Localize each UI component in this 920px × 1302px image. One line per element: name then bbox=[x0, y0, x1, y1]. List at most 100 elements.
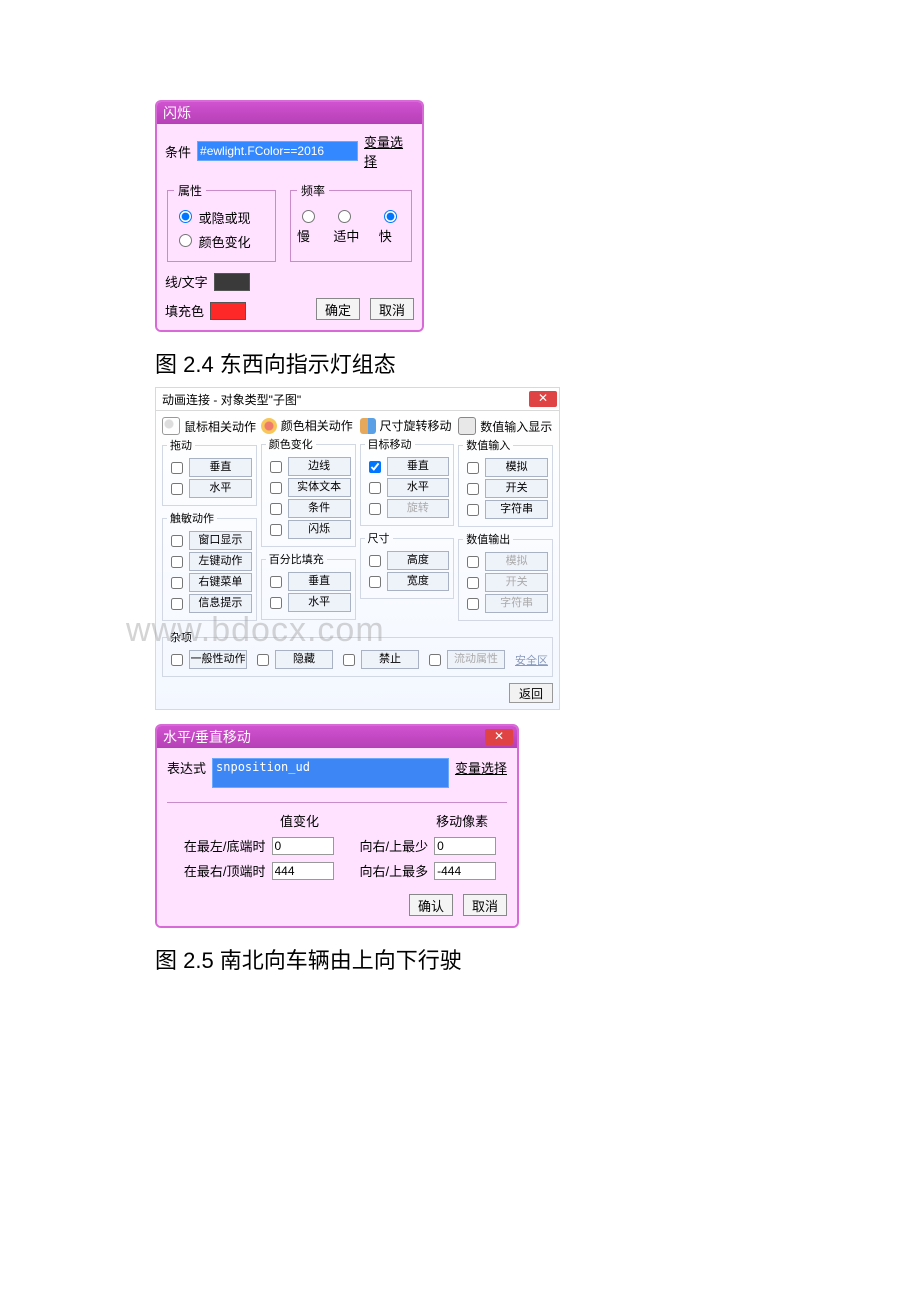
variable-select-link[interactable]: 变量选择 bbox=[455, 758, 507, 777]
radio-hide-show[interactable]: 或隐或现 bbox=[174, 211, 251, 226]
btn-move-rot: 旋转 bbox=[387, 499, 450, 518]
chk-blink[interactable] bbox=[270, 524, 282, 536]
attr-fieldset: 属性 或隐或现 颜色变化 bbox=[167, 182, 276, 262]
btn-fill-vert[interactable]: 垂直 bbox=[288, 572, 351, 591]
chk-in-analog[interactable] bbox=[467, 462, 479, 474]
btn-forbid[interactable]: 禁止 bbox=[361, 650, 419, 669]
chk-cond[interactable] bbox=[270, 503, 282, 515]
chk-move-vert[interactable] bbox=[369, 461, 381, 473]
freq-legend: 频率 bbox=[297, 182, 329, 199]
line-text-swatch[interactable] bbox=[214, 273, 250, 291]
chk-hide[interactable] bbox=[257, 654, 269, 666]
btn-blink[interactable]: 闪烁 bbox=[288, 520, 351, 539]
chk-forbid[interactable] bbox=[343, 654, 355, 666]
btn-drag-vert[interactable]: 垂直 bbox=[189, 458, 252, 477]
col-mouse: 鼠标相关动作 拖动 垂直 水平 触敏动作 窗口显示 左键动作 右键菜单 信息提示 bbox=[162, 417, 257, 625]
btn-move-horz[interactable]: 水平 bbox=[387, 478, 450, 497]
hand-icon bbox=[458, 417, 476, 435]
expr-input[interactable]: snposition_ud bbox=[212, 758, 449, 788]
chk-generic[interactable] bbox=[171, 654, 183, 666]
btn-win[interactable]: 窗口显示 bbox=[189, 531, 252, 550]
line-text-label: 线/文字 bbox=[165, 272, 208, 291]
figure-caption-2-5: 图 2.5 南北向车辆由上向下行驶 bbox=[155, 943, 765, 975]
chk-tip[interactable] bbox=[171, 598, 183, 610]
close-icon[interactable]: ✕ bbox=[485, 729, 513, 745]
btn-rmenu[interactable]: 右键菜单 bbox=[189, 573, 252, 592]
expr-label: 表达式 bbox=[167, 758, 206, 777]
col-size: 尺寸旋转移动 目标移动 垂直 水平 旋转 尺寸 高度 宽度 bbox=[360, 417, 455, 625]
safe-area-link[interactable]: 安全区 bbox=[515, 652, 548, 668]
btn-out-sw: 开关 bbox=[485, 573, 548, 592]
chk-out-analog[interactable] bbox=[467, 556, 479, 568]
chk-lclick[interactable] bbox=[171, 556, 183, 568]
chk-drag-horz[interactable] bbox=[171, 483, 183, 495]
btn-height[interactable]: 高度 bbox=[387, 551, 450, 570]
btn-lclick[interactable]: 左键动作 bbox=[189, 552, 252, 571]
palette-icon bbox=[261, 418, 277, 434]
btn-text[interactable]: 实体文本 bbox=[288, 478, 351, 497]
back-button[interactable]: 返回 bbox=[509, 683, 553, 703]
col-value: 数值输入显示 数值输入 模拟 开关 字符串 数值输出 模拟 开关 字符串 bbox=[458, 417, 553, 625]
at-left-bottom-input[interactable] bbox=[272, 837, 334, 855]
chk-fill-horz[interactable] bbox=[270, 597, 282, 609]
chk-move-horz[interactable] bbox=[369, 482, 381, 494]
chk-height[interactable] bbox=[369, 555, 381, 567]
fill-swatch[interactable] bbox=[210, 302, 246, 320]
radio-slow[interactable]: 慢 bbox=[297, 207, 323, 245]
cancel-button[interactable]: 取消 bbox=[370, 298, 414, 320]
radio-mid[interactable]: 适中 bbox=[333, 207, 368, 245]
chk-out-str[interactable] bbox=[467, 598, 479, 610]
move-pixels-header: 移动像素 bbox=[434, 811, 490, 830]
chk-move-rot[interactable] bbox=[369, 503, 381, 515]
ok-button[interactable]: 确定 bbox=[316, 298, 360, 320]
condition-label: 条件 bbox=[165, 142, 191, 161]
btn-out-str: 字符串 bbox=[485, 594, 548, 613]
btn-tip[interactable]: 信息提示 bbox=[189, 594, 252, 613]
chk-drag-vert[interactable] bbox=[171, 462, 183, 474]
chk-edge[interactable] bbox=[270, 461, 282, 473]
btn-hide[interactable]: 隐藏 bbox=[275, 650, 333, 669]
btn-edge[interactable]: 边线 bbox=[288, 457, 351, 476]
cursor-icon bbox=[162, 417, 180, 435]
chk-out-sw[interactable] bbox=[467, 577, 479, 589]
btn-drag-horz[interactable]: 水平 bbox=[189, 479, 252, 498]
move-min-label: 向右/上最少 bbox=[360, 836, 429, 855]
figure-caption-2-4: 图 2.4 东西向指示灯组态 bbox=[155, 347, 765, 379]
btn-fill-horz[interactable]: 水平 bbox=[288, 593, 351, 612]
chk-win[interactable] bbox=[171, 535, 183, 547]
btn-cond[interactable]: 条件 bbox=[288, 499, 351, 518]
col-color: 颜色相关动作 颜色变化 边线 实体文本 条件 闪烁 百分比填充 垂直 水平 bbox=[261, 417, 356, 625]
dialog3-title: 水平/垂直移动 bbox=[163, 727, 251, 747]
btn-out-analog: 模拟 bbox=[485, 552, 548, 571]
btn-width[interactable]: 宽度 bbox=[387, 572, 450, 591]
chk-fill-vert[interactable] bbox=[270, 576, 282, 588]
value-change-header: 值变化 bbox=[272, 811, 328, 830]
btn-move-vert[interactable]: 垂直 bbox=[387, 457, 450, 476]
attr-legend: 属性 bbox=[174, 182, 206, 199]
chk-width[interactable] bbox=[369, 576, 381, 588]
btn-in-sw[interactable]: 开关 bbox=[485, 479, 548, 498]
chk-rmenu[interactable] bbox=[171, 577, 183, 589]
move-min-input[interactable] bbox=[434, 837, 496, 855]
condition-input[interactable] bbox=[197, 141, 358, 161]
move-max-label: 向右/上最多 bbox=[360, 861, 429, 880]
btn-generic[interactable]: 一般性动作 bbox=[189, 650, 247, 669]
dialog-blink: 闪烁 条件 变量选择 属性 或隐或现 颜色变化 频率 慢 适中 bbox=[155, 100, 424, 332]
radio-color-change[interactable]: 颜色变化 bbox=[174, 235, 251, 250]
btn-in-str[interactable]: 字符串 bbox=[485, 500, 548, 519]
move-max-input[interactable] bbox=[434, 862, 496, 880]
chk-in-sw[interactable] bbox=[467, 483, 479, 495]
ok-button[interactable]: 确认 bbox=[409, 894, 453, 916]
at-left-bottom-label: 在最左/底端时 bbox=[184, 836, 266, 855]
chk-in-str[interactable] bbox=[467, 504, 479, 516]
variable-select-link[interactable]: 变量选择 bbox=[364, 132, 414, 170]
freq-fieldset: 频率 慢 适中 快 bbox=[290, 182, 412, 262]
rotate-icon bbox=[360, 418, 376, 434]
chk-text[interactable] bbox=[270, 482, 282, 494]
radio-fast[interactable]: 快 bbox=[379, 207, 405, 245]
chk-flowattr[interactable] bbox=[429, 654, 441, 666]
close-icon[interactable]: ✕ bbox=[529, 391, 557, 407]
btn-in-analog[interactable]: 模拟 bbox=[485, 458, 548, 477]
cancel-button[interactable]: 取消 bbox=[463, 894, 507, 916]
at-right-top-input[interactable] bbox=[272, 862, 334, 880]
